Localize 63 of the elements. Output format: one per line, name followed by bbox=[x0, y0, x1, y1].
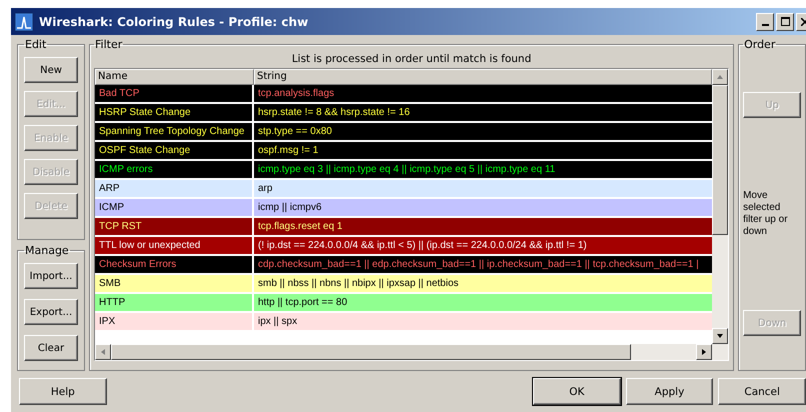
rule-row[interactable]: Checksum Errors cdp.checksum_bad==1 || edp.checksum_bad==1 || ip.checksum_bad==1 || tcp.checksum_bad==1 | bbox=[95, 256, 712, 275]
manage-button[interactable]: Import... bbox=[24, 263, 78, 289]
table-cell-text: icmp || icmpv6 bbox=[257, 201, 323, 215]
rule-row[interactable]: ARP arp bbox=[95, 180, 712, 199]
order-hint: Move selected filter up or down bbox=[743, 190, 789, 238]
rule-row[interactable]: Spanning Tree Topology Change stp.type == 0x80 bbox=[95, 123, 712, 142]
rule-row[interactable]: HTTP http || tcp.port == 80 bbox=[95, 294, 712, 313]
rule-name: TCP RST bbox=[99, 221, 142, 232]
manage-button[interactable]: Export... bbox=[24, 299, 78, 325]
table-cell-text: hsrp.state != 8 && hsrp.state != 16 bbox=[257, 106, 411, 120]
rule-row[interactable]: OSPF State Change ospf.msg != 1 bbox=[95, 142, 712, 161]
dialog-button[interactable]: OK bbox=[533, 378, 621, 405]
rule-name: Bad TCP bbox=[99, 88, 140, 99]
horizontal-scrollbar[interactable] bbox=[95, 344, 728, 360]
minimize-button[interactable] bbox=[756, 12, 774, 30]
maximize-button[interactable] bbox=[776, 12, 794, 30]
rule-row[interactable]: TCP RST tcp.flags.reset eq 1 bbox=[95, 218, 712, 237]
group-title: Edit bbox=[24, 38, 48, 51]
table-cell-text: smb || nbss || nbns || nbipx || ipxsap || netbios bbox=[257, 277, 460, 291]
group-title: Filter bbox=[94, 38, 124, 51]
rule-name: HTTP bbox=[99, 297, 126, 308]
table-cell-text: cdp.checksum_bad==1 || edp.checksum_bad==1 || ip.checksum_bad==1 || tcp.checksum_bad==1 | bbox=[257, 258, 700, 272]
table-cell-text: ipx || spx bbox=[257, 315, 298, 329]
rule-row[interactable]: Bad TCP tcp.analysis.flags bbox=[95, 85, 712, 104]
edit-button[interactable]: New bbox=[24, 57, 78, 83]
rule-name: Checksum Errors bbox=[99, 259, 176, 270]
rule-name: ICMP bbox=[99, 202, 124, 213]
maximize-icon bbox=[780, 17, 790, 26]
vertical-scrollbar[interactable] bbox=[712, 69, 728, 344]
table-cell-text: ospf.msg != 1 bbox=[257, 144, 320, 158]
rule-name: TTL low or unexpected bbox=[99, 240, 200, 251]
rule-row[interactable]: IPX ipx || spx bbox=[95, 313, 712, 332]
group-title: Manage bbox=[24, 244, 70, 257]
app-icon bbox=[15, 12, 33, 30]
table-cell-text: icmp.type eq 3 || icmp.type eq 4 || icmp.type eq 5 || icmp.type eq 11 bbox=[257, 163, 556, 177]
window-title: Wireshark: Coloring Rules - Profile: chw bbox=[39, 14, 310, 28]
column-header[interactable]: Name bbox=[95, 69, 254, 85]
minimize-icon bbox=[762, 24, 768, 26]
rule-name: OSPF State Change bbox=[99, 145, 190, 156]
table-cell-text: tcp.analysis.flags bbox=[257, 87, 336, 101]
manage-button[interactable]: Clear bbox=[24, 335, 78, 361]
table-cell-text: (! ip.dst == 224.0.0.0/4 && ip.ttl < 5) || (ip.dst == 224.0.0.0/24 && ip.ttl != 1) bbox=[257, 239, 588, 253]
table-cell-text: stp.type == 0x80 bbox=[257, 125, 333, 139]
column-header[interactable]: String bbox=[254, 69, 712, 85]
dialog-button[interactable]: Apply bbox=[626, 378, 714, 405]
rule-row[interactable]: HSRP State Change hsrp.state != 8 && hsrp.state != 16 bbox=[95, 104, 712, 123]
table-cell-text: arp bbox=[257, 182, 274, 196]
group-title: Order bbox=[743, 38, 776, 51]
rule-name: Spanning Tree Topology Change bbox=[99, 126, 244, 137]
rule-name: ICMP errors bbox=[99, 164, 153, 175]
dialog-button[interactable]: Help bbox=[19, 378, 107, 405]
rule-row[interactable]: SMB smb || nbss || nbns || nbipx || ipxsap || netbios bbox=[95, 275, 712, 294]
rule-name: SMB bbox=[99, 278, 121, 289]
rule-name: IPX bbox=[99, 316, 116, 327]
table-cell-text: http || tcp.port == 80 bbox=[257, 296, 348, 310]
list-caption: List is processed in order until match is found bbox=[290, 53, 532, 65]
rule-row[interactable]: ICMP errors icmp.type eq 3 || icmp.type eq 4 || icmp.type eq 5 || icmp.type eq 11 bbox=[95, 161, 712, 180]
rule-name: HSRP State Change bbox=[99, 107, 191, 118]
rule-name: ARP bbox=[99, 183, 120, 194]
table-cell-text: tcp.flags.reset eq 1 bbox=[257, 220, 344, 234]
dialog-button[interactable]: Cancel bbox=[718, 378, 806, 405]
rule-row[interactable]: ICMP icmp || icmpv6 bbox=[95, 199, 712, 218]
rule-row[interactable]: TTL low or unexpected (! ip.dst == 224.0.0.0/4 && ip.ttl < 5) || (ip.dst == 224.0.0.0/24 && ip.ttl != 1) bbox=[95, 237, 712, 256]
